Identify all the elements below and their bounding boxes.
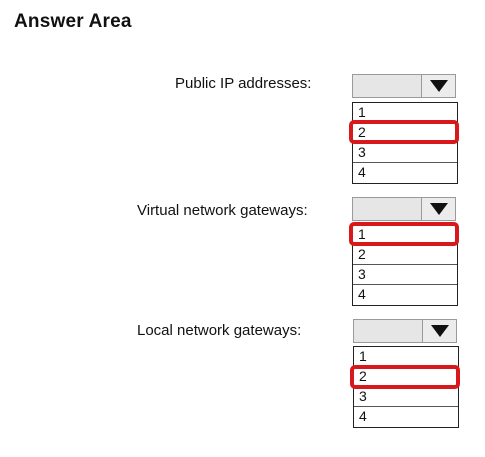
local-network-gateways-option-3[interactable]: 3 xyxy=(354,387,458,407)
chevron-down-icon xyxy=(431,325,449,337)
public-ip-selected-highlight xyxy=(349,120,459,144)
local-network-gateways-dropdown[interactable] xyxy=(353,319,457,343)
chevron-down-icon xyxy=(430,80,448,92)
local-network-gateways-dropdown-arrow[interactable] xyxy=(422,320,456,342)
local-network-gateways-option-1[interactable]: 1 xyxy=(354,347,458,367)
local-network-gateways-selected-highlight xyxy=(350,365,460,389)
virtual-network-gateways-option-3[interactable]: 3 xyxy=(353,265,457,285)
virtual-network-gateways-label: Virtual network gateways: xyxy=(137,202,308,219)
virtual-network-gateways-option-4[interactable]: 4 xyxy=(353,285,457,305)
public-ip-option-3[interactable]: 3 xyxy=(353,143,457,163)
chevron-down-icon xyxy=(430,203,448,215)
public-ip-label: Public IP addresses: xyxy=(175,75,312,92)
public-ip-dropdown-arrow[interactable] xyxy=(421,75,455,97)
public-ip-option-4[interactable]: 4 xyxy=(353,163,457,183)
virtual-network-gateways-dropdown-arrow[interactable] xyxy=(421,198,455,220)
local-network-gateways-label: Local network gateways: xyxy=(137,322,302,339)
virtual-network-gateways-dropdown[interactable] xyxy=(352,197,456,221)
virtual-network-gateways-selected-highlight xyxy=(349,222,459,246)
answer-area-title: Answer Area xyxy=(14,11,132,32)
virtual-network-gateways-option-2[interactable]: 2 xyxy=(353,245,457,265)
local-network-gateways-option-4[interactable]: 4 xyxy=(354,407,458,427)
public-ip-dropdown[interactable] xyxy=(352,74,456,98)
